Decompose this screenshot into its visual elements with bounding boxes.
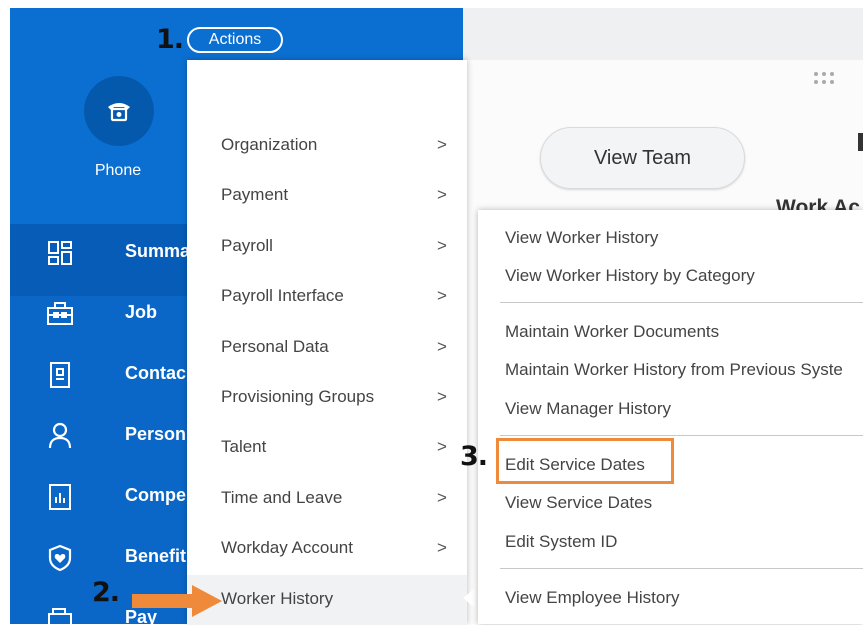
menu-item-label: Talent (221, 437, 267, 456)
nav-label: Person (125, 424, 187, 444)
menu-item-organization[interactable]: Organization > (187, 121, 467, 171)
step-2-annotation: 2. (92, 577, 120, 608)
top-bar (463, 8, 863, 60)
submenu-item-maintain-worker-history-previous-system[interactable]: Maintain Worker History from Previous Sy… (478, 350, 863, 388)
wallet-icon (46, 605, 74, 624)
shield-heart-icon (46, 544, 74, 572)
actions-button[interactable]: Actions (187, 27, 283, 53)
menu-item-workday-account[interactable]: Workday Account > (187, 524, 467, 574)
menu-item-label: Payroll (221, 236, 273, 255)
apps-grid-icon[interactable] (812, 70, 838, 88)
actions-menu: Organization > Payment > Payroll > Payro… (187, 60, 467, 625)
menu-item-talent[interactable]: Talent > (187, 423, 467, 473)
nav-item-compensation[interactable]: Compe (10, 469, 188, 525)
menu-item-label: Worker History (221, 589, 334, 608)
view-team-button[interactable]: View Team (540, 127, 745, 189)
nav-item-job[interactable]: Job (10, 286, 188, 342)
submenu-item-label: Maintain Worker History from Previous Sy… (505, 360, 843, 379)
nav-label: Summa (125, 241, 188, 261)
person-icon (46, 422, 74, 450)
chevron-right-icon: > (437, 437, 447, 456)
cropped-text-fragment (858, 133, 863, 151)
nav-item-summary[interactable]: Summa (10, 225, 188, 281)
menu-item-label: Payroll Interface (221, 286, 344, 305)
nav-label: Compe (125, 485, 187, 505)
menu-item-label: Organization (221, 135, 318, 154)
phone-icon (108, 103, 130, 122)
chevron-right-icon: > (437, 185, 447, 204)
menu-item-label: Workday Account (221, 538, 353, 557)
worker-history-submenu: View Worker History View Worker History … (478, 210, 863, 624)
menu-item-provisioning-groups[interactable]: Provisioning Groups > (187, 373, 467, 423)
submenu-item-view-worker-history[interactable]: View Worker History (478, 218, 863, 256)
menu-item-label: Personal Data (221, 337, 329, 356)
menu-item-personal-data[interactable]: Personal Data > (187, 323, 467, 373)
arrow-right-icon (132, 585, 222, 617)
submenu-item-label: View Worker History by Category (505, 266, 755, 285)
chevron-right-icon: > (437, 236, 447, 255)
step-3-highlight-box (496, 438, 674, 484)
briefcase-icon (46, 300, 74, 328)
submenu-item-label: Maintain Worker Documents (505, 322, 720, 341)
separator (500, 435, 863, 436)
submenu-item-label: Edit System ID (505, 532, 618, 551)
submenu-item-view-employee-history[interactable]: View Employee History (478, 578, 863, 616)
nav-label: Job (125, 302, 158, 322)
chevron-right-icon: > (437, 387, 447, 406)
menu-item-label: Time and Leave (221, 488, 343, 507)
chevron-right-icon: > (437, 488, 447, 507)
menu-item-time-and-leave[interactable]: Time and Leave > (187, 474, 467, 524)
nav-label: Contac (125, 363, 187, 383)
nav-label: Benefit (125, 546, 187, 566)
menu-item-payroll-interface[interactable]: Payroll Interface > (187, 272, 467, 322)
chart-icon (46, 483, 74, 511)
submenu-item-label: View Employee History (505, 588, 680, 607)
phone-label: Phone (94, 162, 142, 179)
chevron-right-icon: > (437, 135, 447, 154)
submenu-item-view-worker-history-by-category[interactable]: View Worker History by Category (478, 256, 863, 294)
step-1-annotation: 1. (156, 24, 184, 55)
submenu-item-edit-system-id[interactable]: Edit System ID (478, 522, 863, 560)
chevron-right-icon: > (437, 538, 447, 557)
nav-item-personal[interactable]: Person (10, 408, 188, 464)
nav-item-contact[interactable]: Contac (10, 347, 188, 403)
menu-item-payment[interactable]: Payment > (187, 171, 467, 221)
submenu-item-label: View Service Dates (505, 493, 653, 512)
phone-button[interactable] (84, 76, 154, 146)
submenu-item-view-manager-history[interactable]: View Manager History (478, 389, 863, 427)
step-3-annotation: 3. (460, 441, 488, 472)
submenu-item-view-service-dates[interactable]: View Service Dates (478, 483, 863, 521)
separator (500, 568, 863, 569)
chevron-right-icon: > (437, 337, 447, 356)
separator (500, 302, 863, 303)
submenu-item-label: View Worker History (505, 228, 659, 247)
grid-icon (46, 239, 74, 267)
contact-card-icon (46, 361, 74, 389)
menu-item-worker-history[interactable]: Worker History (187, 575, 467, 625)
submenu-pointer (463, 588, 475, 608)
submenu-item-label: View Manager History (505, 399, 671, 418)
menu-item-label: Payment (221, 185, 289, 204)
submenu-item-maintain-worker-documents[interactable]: Maintain Worker Documents (478, 312, 863, 350)
chevron-right-icon: > (437, 286, 447, 305)
menu-item-label: Provisioning Groups (221, 387, 375, 406)
menu-item-payroll[interactable]: Payroll > (187, 222, 467, 272)
left-nav: Phone Summa Job Contac Person Compe Bene… (10, 8, 188, 624)
